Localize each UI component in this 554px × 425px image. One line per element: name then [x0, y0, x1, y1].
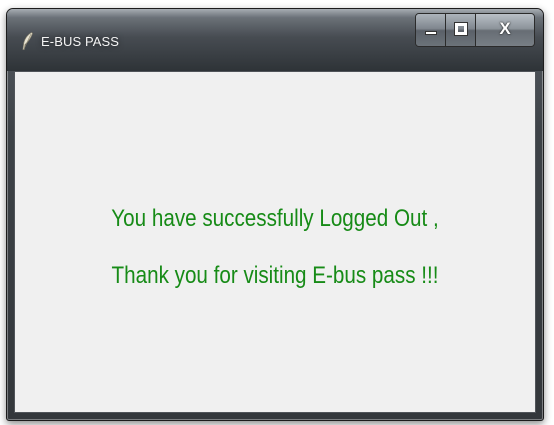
window-controls: X	[415, 13, 535, 47]
logout-message: You have successfully Logged Out ,	[111, 205, 439, 232]
title-bar[interactable]: E-BUS PASS X	[7, 9, 543, 71]
close-icon: X	[499, 19, 511, 38]
maximize-button[interactable]	[446, 14, 476, 46]
thank-you-message: Thank you for visiting E-bus pass !!!	[111, 262, 439, 289]
close-button[interactable]: X	[476, 14, 534, 46]
minimize-button[interactable]	[416, 14, 446, 46]
app-window: E-BUS PASS X You have successfully Logge…	[6, 8, 544, 421]
feather-icon	[22, 32, 33, 50]
maximize-icon	[454, 22, 468, 36]
window-content: You have successfully Logged Out , Thank…	[14, 71, 536, 413]
minimize-icon	[425, 31, 437, 35]
window-title: E-BUS PASS	[41, 34, 120, 49]
